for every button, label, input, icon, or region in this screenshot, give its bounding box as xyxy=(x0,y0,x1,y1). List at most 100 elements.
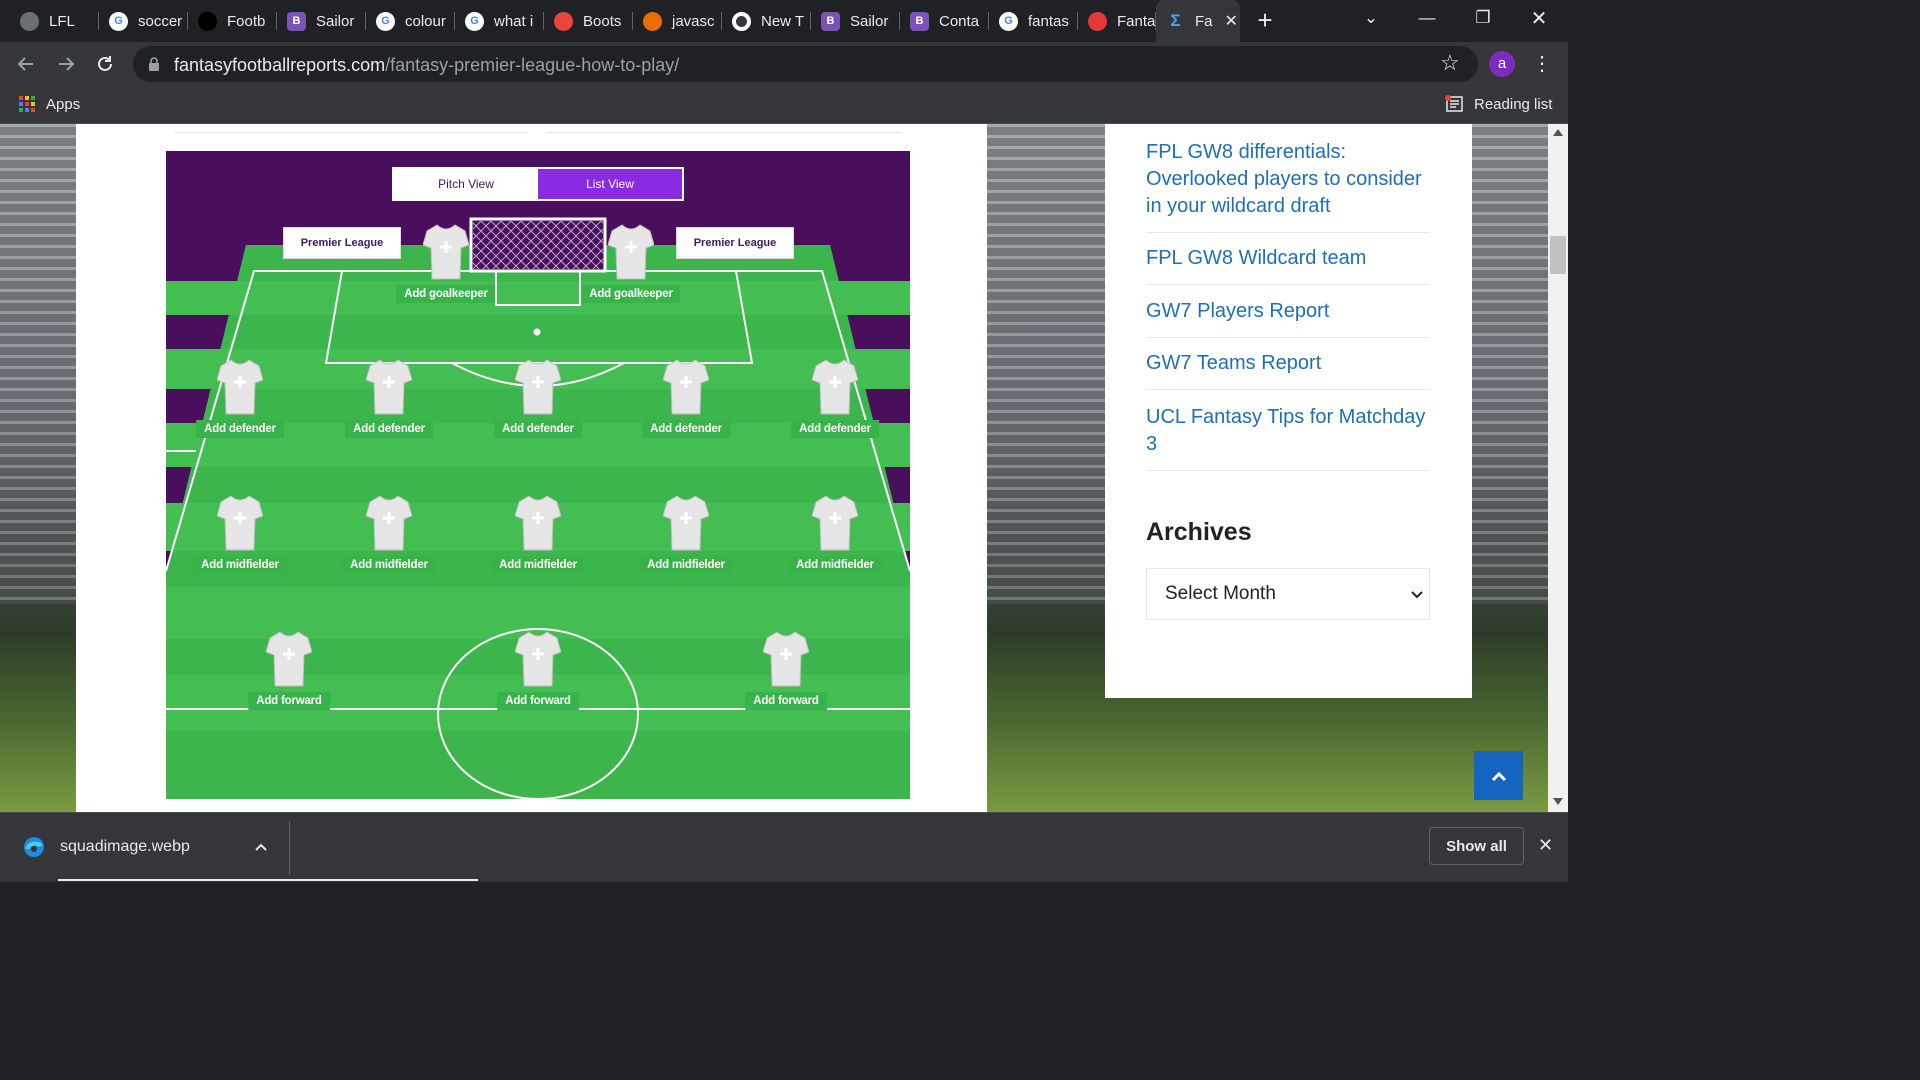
tab-title: javasc xyxy=(672,12,715,30)
browser-tab[interactable]: LFL xyxy=(10,6,99,36)
edge-file-icon xyxy=(24,837,44,857)
colour-bars-icon xyxy=(554,11,573,31)
scrollbar-thumb[interactable] xyxy=(1550,236,1566,274)
url-path: /fantasy-premier-league-how-to-play/ xyxy=(385,55,680,75)
player-slot[interactable]: Add goalkeeper xyxy=(571,221,691,311)
browser-tab[interactable]: Gfantas xyxy=(989,6,1078,36)
browser-tab[interactable]: B Sailor xyxy=(277,6,366,36)
reading-list-button[interactable]: Reading list xyxy=(1445,95,1552,113)
chevron-up-icon xyxy=(1491,771,1506,781)
add-player-label: Add goalkeeper xyxy=(581,285,681,303)
player-slot[interactable]: Add midfielder xyxy=(180,492,300,582)
add-player-label: Add defender xyxy=(642,420,730,438)
post-separator xyxy=(1146,337,1430,338)
chevron-up-icon[interactable] xyxy=(254,842,268,852)
reading-list-label: Reading list xyxy=(1474,95,1553,113)
player-slot[interactable]: Add midfielder xyxy=(329,492,449,582)
post-separator xyxy=(1146,389,1430,390)
browser-tab[interactable]: Gcolour xyxy=(366,6,455,36)
back-button[interactable] xyxy=(11,49,41,79)
chevron-down-icon xyxy=(1411,591,1423,599)
lock-icon xyxy=(149,57,159,71)
download-file-name: squadimage.webp xyxy=(60,838,190,855)
browser-tab[interactable]: javasc xyxy=(633,6,722,36)
player-slot[interactable]: Add midfielder xyxy=(626,492,746,582)
bootstrap-icon: B xyxy=(910,11,929,31)
forward-button[interactable] xyxy=(51,49,81,79)
browser-tab[interactable]: Gwhat i xyxy=(455,6,544,36)
google-icon: G xyxy=(109,11,128,31)
player-slot[interactable]: Add goalkeeper xyxy=(386,221,506,311)
browser-tab[interactable]: B Sailor xyxy=(811,6,900,36)
player-slot[interactable]: Add defender xyxy=(775,356,895,446)
bookmark-star-icon[interactable]: ☆ xyxy=(1440,50,1460,76)
player-slot[interactable]: Add defender xyxy=(329,356,449,446)
shirt-icon xyxy=(265,630,313,693)
reload-icon xyxy=(98,56,112,71)
bookmarks-bar: Apps Reading list xyxy=(0,86,1568,124)
address-bar[interactable]: fantasyfootballreports.com/fantasy-premi… xyxy=(133,46,1478,82)
banner-text-left: Premier League xyxy=(300,237,384,249)
player-slot[interactable]: Add defender xyxy=(180,356,300,446)
recent-post-link[interactable]: FPL GW8 Wildcard team xyxy=(1146,245,1436,272)
shirt-icon xyxy=(514,358,562,421)
browser-tab[interactable]: Gsoccer xyxy=(99,6,188,36)
close-tab-icon[interactable]: ✕ xyxy=(1225,11,1238,31)
archives-select-value: Select Month xyxy=(1165,583,1276,604)
recent-post-link[interactable]: FPL GW8 differentials: Overlooked player… xyxy=(1146,139,1436,220)
restore-button[interactable]: ❐ xyxy=(1460,0,1506,36)
profile-avatar[interactable]: a xyxy=(1489,51,1515,77)
scroll-up-arrow-icon[interactable] xyxy=(1553,129,1563,136)
shirt-icon xyxy=(365,494,413,557)
menu-kebab-icon[interactable]: ⋮ xyxy=(1532,51,1552,77)
close-window-button[interactable]: ✕ xyxy=(1516,0,1562,36)
shirt-icon xyxy=(514,630,562,693)
browser-tab[interactable]: Boots xyxy=(544,6,633,36)
recent-post-link[interactable]: GW7 Teams Report xyxy=(1146,350,1436,377)
browser-tab[interactable]: B Conta xyxy=(900,6,989,36)
player-slot[interactable]: Add midfielder xyxy=(478,492,598,582)
banner-text-right: Premier League xyxy=(693,237,777,249)
browser-tab[interactable]: Footb xyxy=(188,6,277,36)
list-view-button[interactable]: List View xyxy=(538,169,682,199)
close-download-bar-icon[interactable]: ✕ xyxy=(1538,835,1553,856)
player-slot[interactable]: Add forward xyxy=(478,628,598,718)
post-separator xyxy=(1146,470,1430,471)
back-to-top-button[interactable] xyxy=(1474,751,1523,800)
recent-post-link[interactable]: UCL Fantasy Tips for Matchday 3 xyxy=(1146,404,1436,458)
browser-tab[interactable]: New T xyxy=(722,6,811,36)
google-icon: G xyxy=(376,11,395,31)
pitch-view-button[interactable]: Pitch View xyxy=(394,169,538,199)
archives-select[interactable]: Select Month xyxy=(1146,568,1430,620)
player-slot[interactable]: Add defender xyxy=(478,356,598,446)
add-player-label: Add defender xyxy=(791,420,879,438)
post-separator xyxy=(1146,284,1430,285)
new-tab-button[interactable]: + xyxy=(1243,2,1287,38)
scroll-down-arrow-icon[interactable] xyxy=(1553,798,1563,805)
recent-post-link[interactable]: GW7 Players Report xyxy=(1146,298,1436,325)
tab-title: soccer xyxy=(138,12,183,30)
player-slot[interactable]: Add midfielder xyxy=(775,492,895,582)
tab-search-icon[interactable]: ⌄ xyxy=(1348,0,1394,36)
show-all-button[interactable]: Show all xyxy=(1429,827,1524,865)
shirt-icon xyxy=(216,494,264,557)
download-item[interactable]: squadimage.webp xyxy=(0,813,478,883)
player-slot[interactable]: Add forward xyxy=(229,628,349,718)
minimize-button[interactable]: — xyxy=(1404,0,1450,36)
shirt-icon xyxy=(216,358,264,421)
apps-bookmark[interactable]: Apps xyxy=(18,95,80,113)
shirt-icon xyxy=(811,494,859,557)
browser-tab[interactable]: Fanta xyxy=(1078,6,1156,36)
player-slot[interactable]: Add forward xyxy=(726,628,846,718)
apps-grid-icon xyxy=(19,96,35,112)
tab-strip: LFL Gsoccer Footb B Sailor Gcolour Gwhat i Boot… xyxy=(0,0,1568,42)
premier-league-banner-left: Premier League xyxy=(283,227,401,259)
squad-image: Pitch View List View Premier League Prem… xyxy=(166,151,910,799)
page-scrollbar[interactable] xyxy=(1548,124,1568,812)
archives-heading: Archives xyxy=(1146,518,1252,546)
add-player-label: Add forward xyxy=(497,692,579,710)
tab-title: Sailor xyxy=(316,12,355,30)
browser-tab[interactable]: Σ Fa ✕ xyxy=(1156,0,1240,42)
reload-button[interactable] xyxy=(90,49,120,79)
player-slot[interactable]: Add defender xyxy=(626,356,746,446)
